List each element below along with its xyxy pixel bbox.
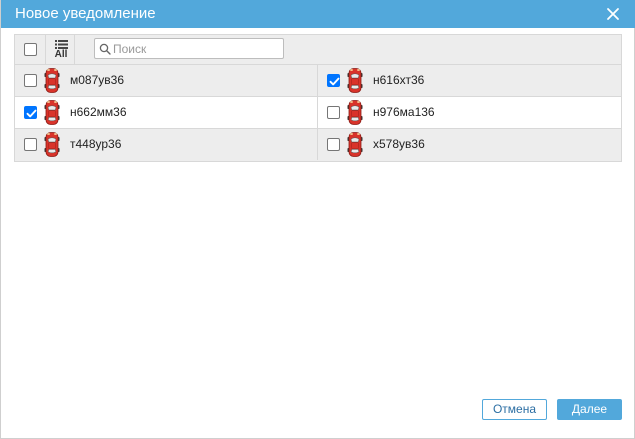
car-icon (347, 100, 363, 130)
show-all-button[interactable]: All (45, 35, 75, 64)
table-row: т448ур36 х578ув36 (15, 129, 621, 161)
dialog-titlebar: Новое уведомление (1, 0, 635, 28)
vehicle-rows: м087ув36 н616хт36 н662мм36 н976ма136 т44… (15, 65, 621, 161)
vehicle-checkbox[interactable] (24, 74, 37, 87)
car-icon (347, 68, 363, 98)
new-notification-dialog: Новое уведомление All Поиск м087ув36 н61… (0, 0, 635, 439)
vehicle-plate: м087ув36 (70, 73, 124, 87)
close-icon[interactable] (604, 5, 622, 23)
vehicle-item[interactable]: т448ур36 (15, 129, 318, 160)
vehicle-checkbox[interactable] (24, 138, 37, 151)
next-button[interactable]: Далее (557, 399, 622, 420)
car-icon (347, 132, 363, 162)
vehicle-checkbox[interactable] (327, 106, 340, 119)
car-icon (44, 100, 60, 130)
vehicle-checkbox[interactable] (327, 74, 340, 87)
vehicle-plate: н662мм36 (70, 105, 127, 119)
search-icon (99, 43, 111, 55)
list-icon (55, 40, 68, 49)
cancel-button[interactable]: Отмена (482, 399, 547, 420)
vehicle-grid: All м087ув36 н616хт36 (14, 34, 622, 162)
table-row: м087ув36 н616хт36 (15, 65, 621, 97)
vehicle-item[interactable]: м087ув36 (15, 65, 318, 96)
search-box[interactable] (94, 38, 284, 59)
vehicle-item[interactable]: н976ма136 (318, 97, 621, 128)
vehicle-item[interactable]: н662мм36 (15, 97, 318, 128)
dialog-title: Новое уведомление (15, 5, 156, 22)
car-icon (44, 68, 60, 98)
vehicle-checkbox[interactable] (24, 106, 37, 119)
vehicle-item[interactable]: х578ув36 (318, 129, 621, 160)
all-label: All (54, 49, 68, 60)
vehicle-plate: х578ув36 (373, 137, 425, 151)
select-all-checkbox[interactable] (24, 43, 37, 56)
vehicle-plate: н976ма136 (373, 105, 435, 119)
grid-toolbar: All (15, 35, 621, 65)
vehicle-item[interactable]: н616хт36 (318, 65, 621, 96)
vehicle-checkbox[interactable] (327, 138, 340, 151)
table-row: н662мм36 н976ма136 (15, 97, 621, 129)
vehicle-plate: н616хт36 (373, 73, 425, 87)
car-icon (44, 132, 60, 162)
search-input[interactable] (113, 40, 281, 57)
vehicle-plate: т448ур36 (70, 137, 122, 151)
